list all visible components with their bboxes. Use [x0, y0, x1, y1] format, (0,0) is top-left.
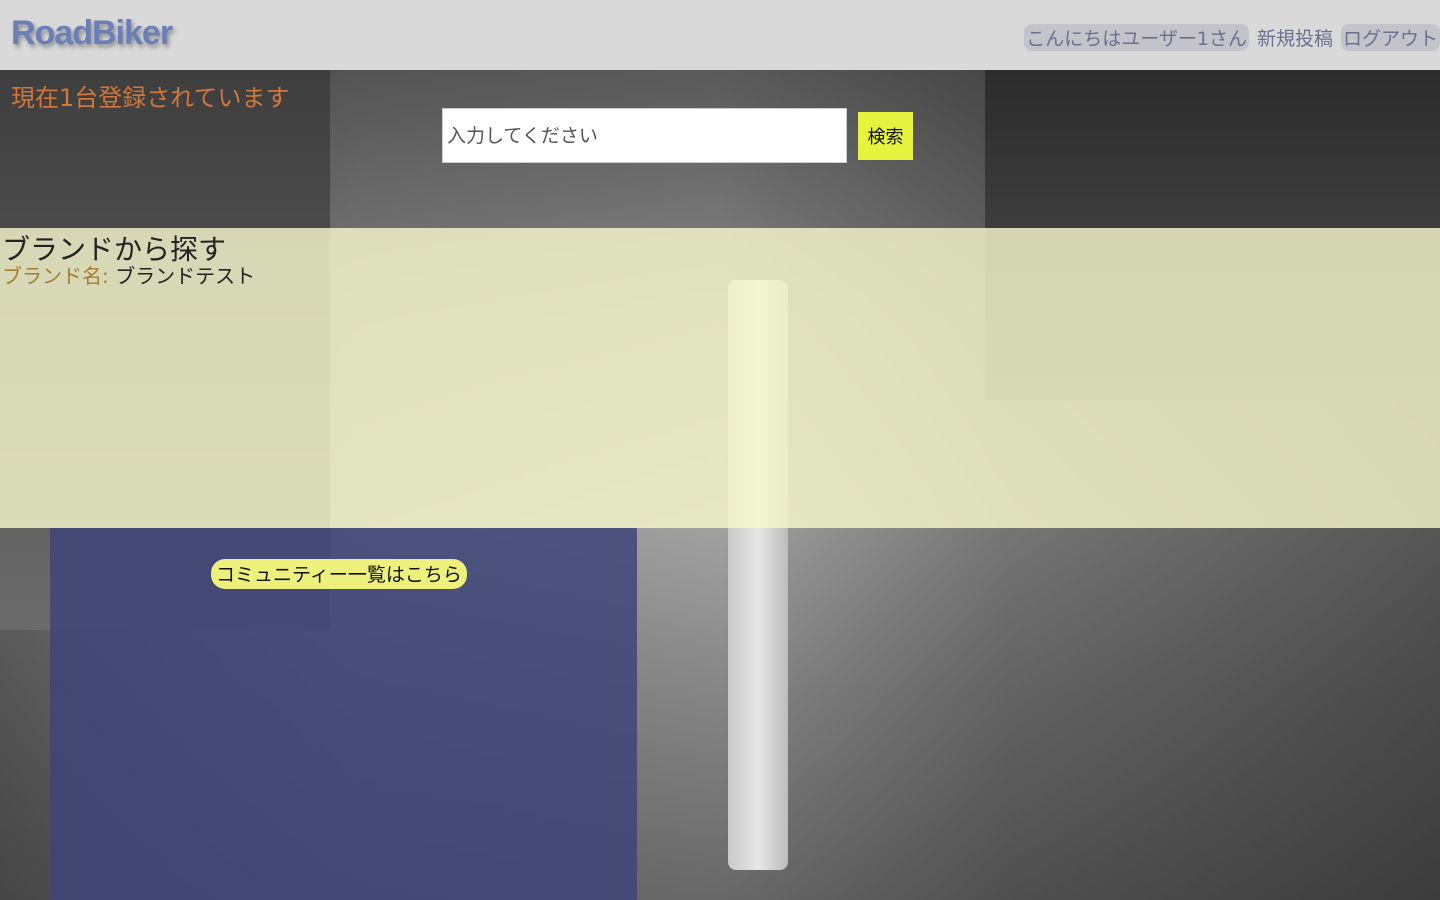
search-input[interactable]: [442, 108, 847, 163]
logout-link[interactable]: ログアウト: [1340, 24, 1440, 51]
brand-section: ブランドから探す ブランド名: ブランドテスト: [0, 228, 1440, 528]
site-header: RoadBiker こんにちはユーザー1さん 新規投稿 ログアウト: [0, 0, 1440, 70]
brand-label: ブランド名:: [2, 264, 109, 288]
registration-count: 現在1台登録されています: [11, 84, 290, 112]
new-post-link[interactable]: 新規投稿: [1255, 24, 1335, 51]
user-greeting-link[interactable]: こんにちはユーザー1さん: [1024, 24, 1249, 51]
brand-link[interactable]: ブランドテスト: [115, 264, 255, 288]
search-button[interactable]: 検索: [858, 112, 913, 160]
community-panel: コミュニティー一覧はこちら: [50, 528, 637, 900]
site-logo[interactable]: RoadBiker: [11, 14, 173, 53]
user-nav: こんにちはユーザー1さん 新規投稿 ログアウト: [1024, 24, 1440, 51]
community-list-link[interactable]: コミュニティー一覧はこちら: [211, 559, 467, 589]
brand-row: ブランド名: ブランドテスト: [2, 260, 255, 289]
